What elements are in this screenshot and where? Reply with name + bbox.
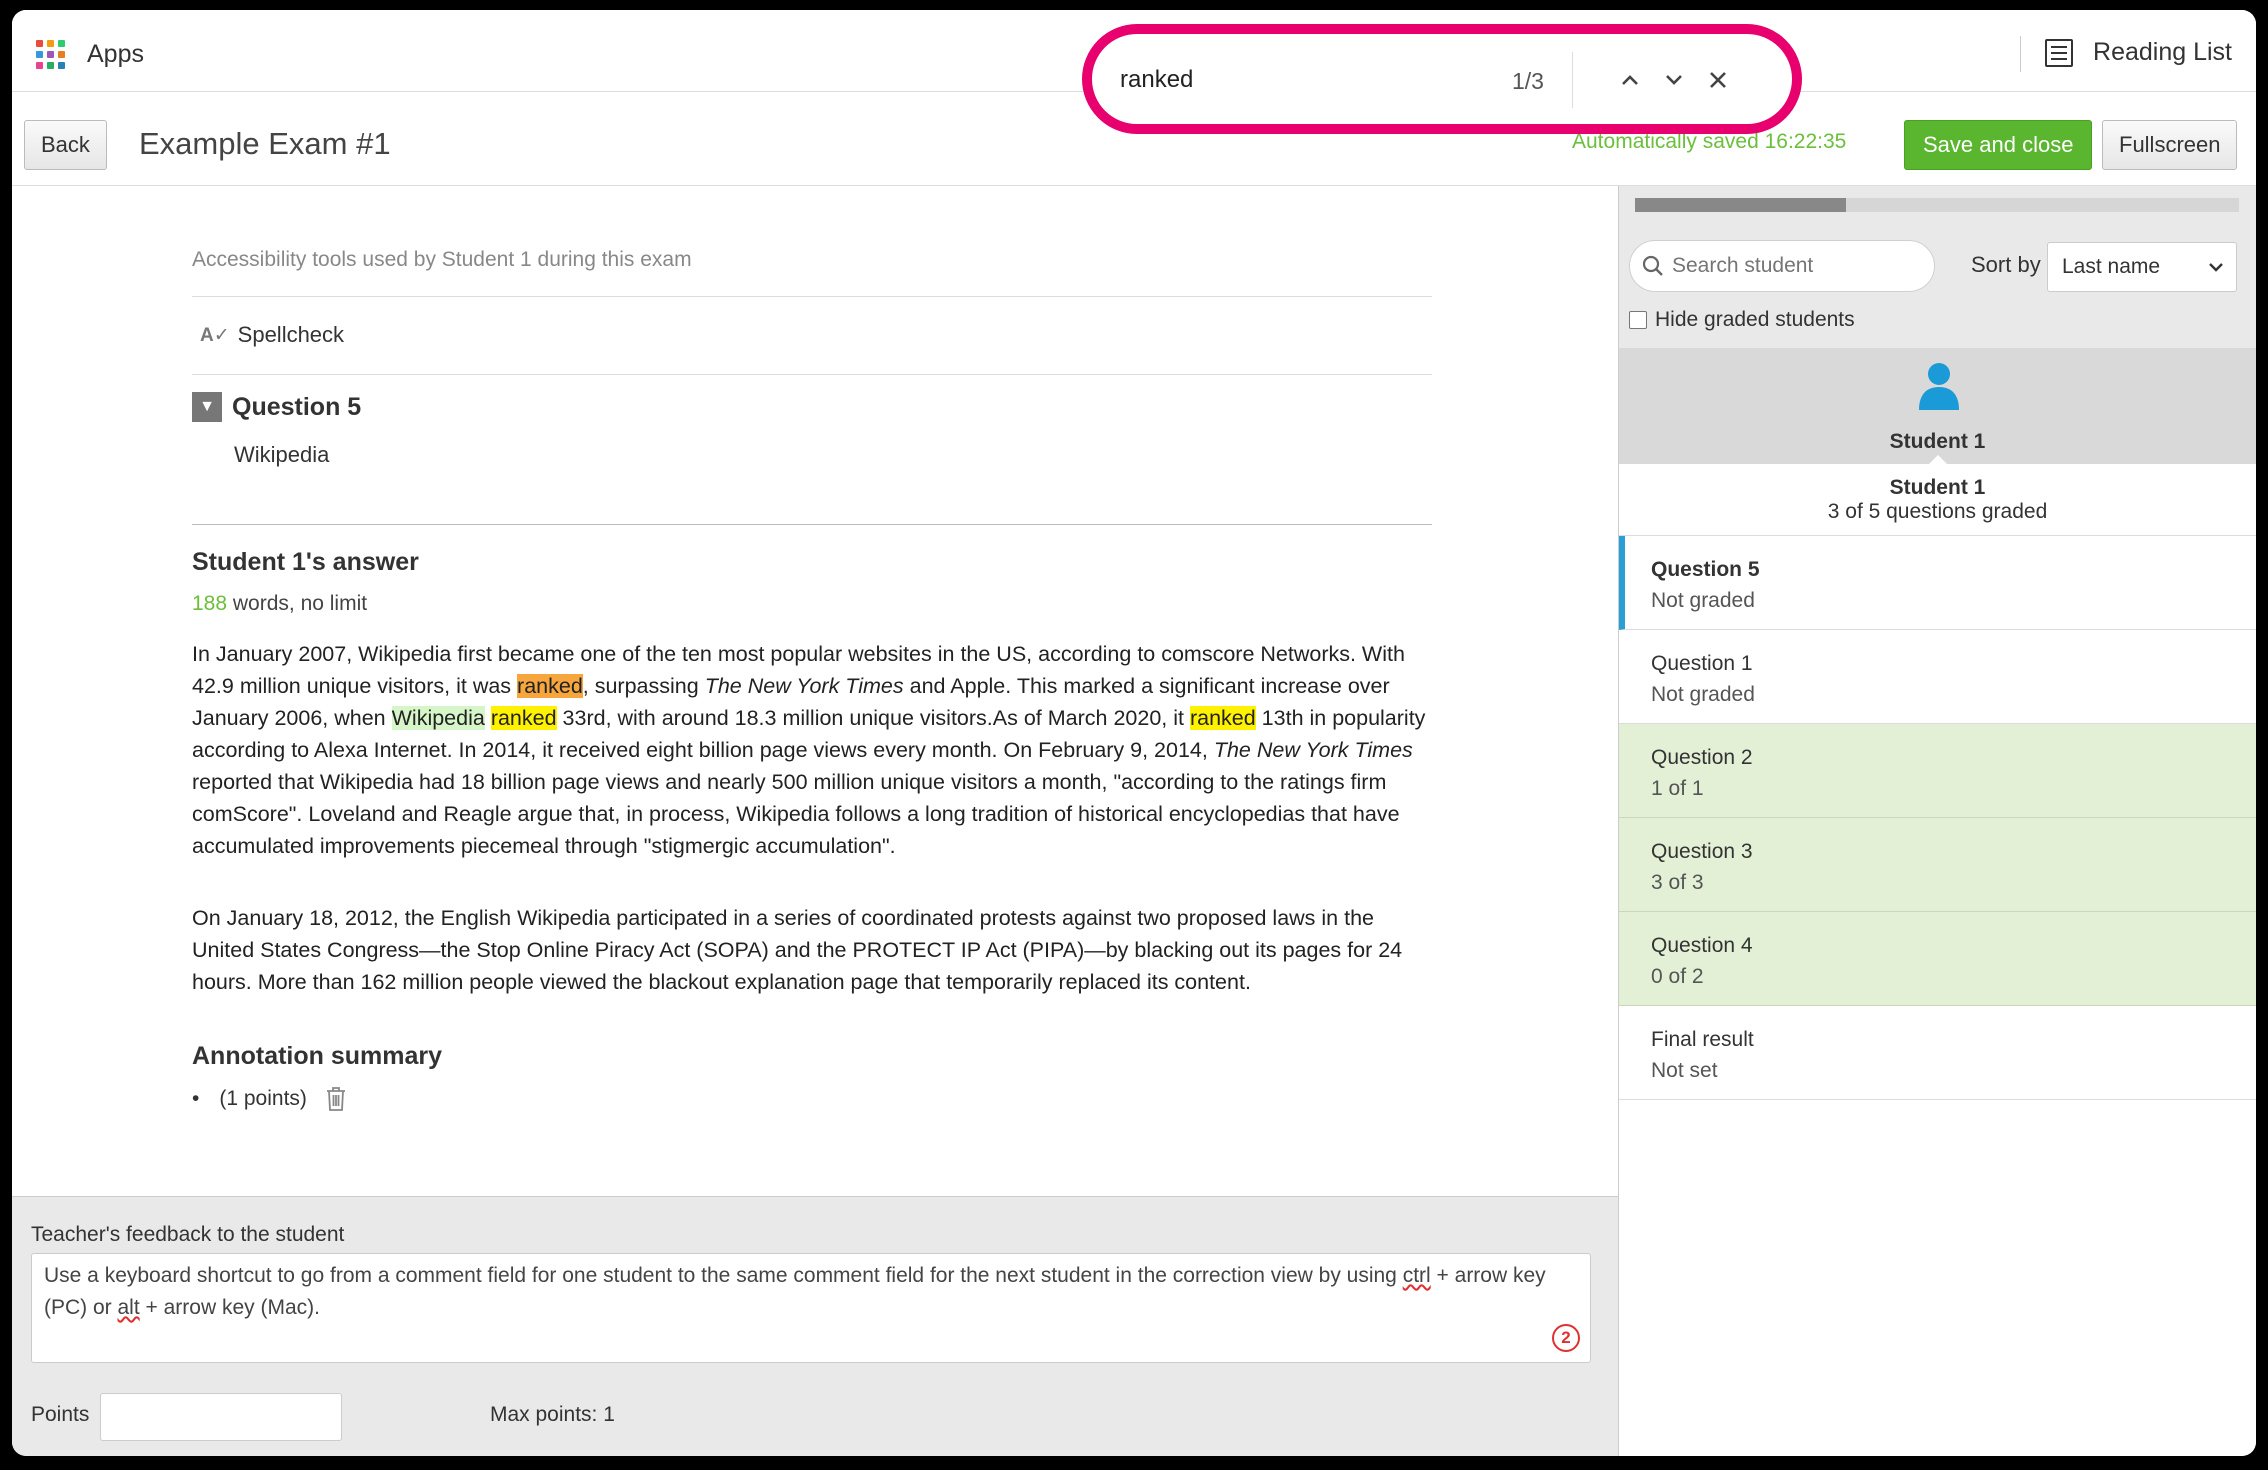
question-row-title: Question 2 — [1651, 746, 1753, 769]
question-row[interactable]: Question 5 Not graded — [1619, 536, 2256, 630]
feedback-textarea[interactable]: Use a keyboard shortcut to go from a com… — [31, 1253, 1591, 1363]
panel-controls: Sort by Last name Hide graded students — [1619, 186, 2256, 348]
answer-title: Student 1's answer — [192, 548, 419, 576]
sort-select-value: Last name — [2062, 255, 2161, 278]
word-count-number: 188 — [192, 592, 228, 615]
answer-view: Accessibility tools used by Student 1 du… — [12, 186, 1618, 1196]
question-row-title: Question 3 — [1651, 840, 1753, 863]
question-row-status: Not graded — [1651, 683, 1755, 706]
close-icon — [1710, 72, 1726, 88]
sort-select[interactable]: Last name — [2047, 242, 2237, 292]
hide-graded-checkbox[interactable] — [1629, 311, 1647, 329]
feedback-section: Teacher's feedback to the student Use a … — [12, 1196, 1618, 1456]
question-row-title: Question 4 — [1651, 934, 1753, 957]
question-row[interactable]: Question 1 Not graded — [1619, 630, 2256, 724]
spellcheck-label: Spellcheck — [237, 322, 345, 347]
find-bar: 1/3 — [1082, 24, 1802, 134]
chevron-down-icon — [2209, 263, 2223, 272]
answer-paragraph[interactable]: On January 18, 2012, the English Wikiped… — [192, 902, 1432, 998]
question-subtitle: Wikipedia — [234, 442, 330, 467]
divider — [1572, 52, 1573, 108]
student-panel: Sort by Last name Hide graded students S… — [1618, 186, 2256, 1456]
final-result-status: Not set — [1651, 1059, 1718, 1082]
annotation-points: (1 points) — [219, 1087, 307, 1110]
search-student-field[interactable] — [1629, 240, 1935, 292]
question-row-status: 0 of 2 — [1651, 965, 1704, 988]
reading-list-icon — [2045, 38, 2074, 67]
chevron-down-icon — [1666, 75, 1682, 85]
hide-graded-toggle[interactable]: Hide graded students — [1629, 308, 1855, 332]
save-and-close-button[interactable]: Save and close — [1904, 120, 2093, 170]
annotation-item: • (1 points) — [192, 1086, 347, 1112]
apps-launcher[interactable]: Apps — [36, 40, 144, 69]
chevron-up-icon — [1622, 75, 1638, 85]
annotation-summary-title: Annotation summary — [192, 1042, 443, 1070]
graded-summary: 3 of 5 questions graded — [1827, 500, 2048, 523]
grading-progress-bar — [1635, 198, 2239, 212]
search-highlight: ranked — [490, 706, 557, 730]
reading-list-button[interactable]: Reading List — [2045, 38, 2232, 67]
search-highlight-current: ranked — [517, 674, 583, 698]
student-card[interactable]: Student 1 — [1619, 348, 2256, 465]
find-next-button[interactable] — [1656, 60, 1692, 100]
page-title: Example Exam #1 — [139, 126, 391, 161]
search-student-input[interactable] — [1672, 254, 1912, 278]
grading-progress-fill — [1635, 198, 1847, 212]
fullscreen-button[interactable]: Fullscreen — [2102, 120, 2238, 170]
search-icon — [1642, 255, 1663, 276]
divider — [192, 374, 1432, 375]
question-header[interactable]: ▼ Question 5 — [192, 392, 361, 422]
student-name: Student 1 — [1889, 476, 1986, 499]
points-input[interactable] — [100, 1393, 342, 1441]
points-label: Points — [31, 1403, 90, 1426]
sort-by-label: Sort by — [1971, 252, 2041, 277]
word-count: 188 words, no limit — [192, 592, 367, 616]
apps-grid-icon — [36, 40, 65, 69]
spellcheck-icon: A✓ — [200, 324, 230, 346]
find-input[interactable] — [1120, 66, 1360, 94]
find-close-button[interactable] — [1700, 60, 1736, 100]
feedback-label: Teacher's feedback to the student — [31, 1223, 345, 1246]
question-row[interactable]: Question 2 1 of 1 — [1619, 724, 2256, 818]
collapse-triangle-icon[interactable]: ▼ — [192, 392, 222, 422]
spellcheck-tool: A✓ Spellcheck — [200, 322, 344, 348]
trash-icon[interactable] — [325, 1086, 347, 1112]
final-result-row[interactable]: Final result Not set — [1619, 1006, 2256, 1100]
question-title: Question 5 — [232, 392, 362, 421]
question-row-status: 3 of 3 — [1651, 871, 1704, 894]
word-count-suffix: words, no limit — [227, 592, 368, 615]
find-match-count: 1/3 — [1512, 68, 1544, 94]
max-points: Max points: 1 — [490, 1403, 615, 1426]
spelling-issue-count-badge[interactable]: 2 — [1552, 1324, 1580, 1352]
question-row-status: 1 of 1 — [1651, 777, 1704, 800]
divider — [2020, 36, 2021, 72]
divider — [192, 296, 1432, 297]
question-row[interactable]: Question 4 0 of 2 — [1619, 912, 2256, 1006]
avatar-icon — [1919, 363, 1959, 410]
apps-label: Apps — [87, 40, 144, 68]
question-row-title: Question 1 — [1651, 652, 1753, 675]
search-highlight: ranked — [1189, 706, 1256, 730]
answer-paragraph[interactable]: In January 2007, Wikipedia first became … — [192, 638, 1432, 862]
app-window: Apps Reading List Back Example Exam #1 A… — [12, 10, 2256, 1456]
final-result-title: Final result — [1651, 1028, 1754, 1051]
find-previous-button[interactable] — [1612, 60, 1648, 100]
question-row[interactable]: Question 3 3 of 3 — [1619, 818, 2256, 912]
hide-graded-label: Hide graded students — [1655, 308, 1855, 331]
question-row-status: Not graded — [1651, 589, 1755, 612]
annotation-highlight[interactable]: Wikipedia — [391, 706, 485, 730]
divider — [192, 524, 1432, 525]
reading-list-label: Reading List — [2093, 38, 2232, 66]
student-summary: Student 1 3 of 5 questions graded — [1619, 464, 2256, 536]
student-card-name: Student 1 — [1889, 430, 1986, 453]
back-button[interactable]: Back — [24, 120, 107, 170]
question-row-title: Question 5 — [1651, 558, 1760, 581]
accessibility-tools-label: Accessibility tools used by Student 1 du… — [192, 248, 692, 271]
